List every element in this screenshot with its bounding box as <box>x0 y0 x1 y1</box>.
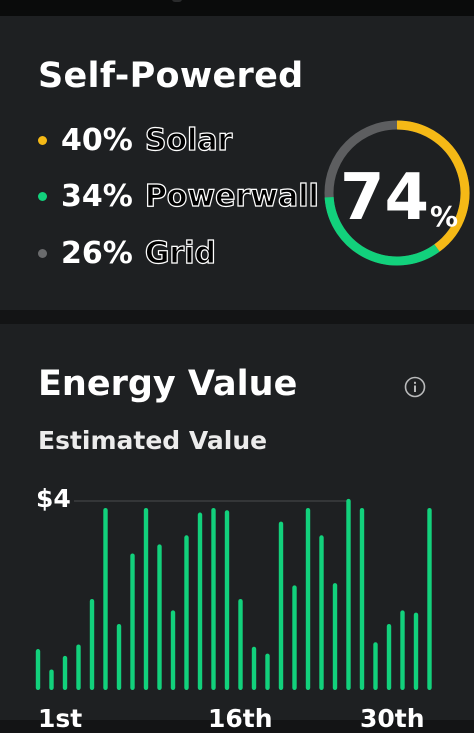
powerwall-label: Powerwall <box>144 178 319 214</box>
bar-day-21 <box>305 508 311 690</box>
legend-solar: 40% Solar <box>38 120 338 160</box>
energy-value-title: Energy Value <box>38 364 298 404</box>
bar-day-1 <box>35 649 41 690</box>
bar-day-9 <box>143 508 149 690</box>
bar-day-2 <box>49 669 54 691</box>
powerwall-percent: 34% <box>61 178 133 214</box>
bar-day-27 <box>386 624 392 690</box>
bars-group <box>35 498 432 691</box>
solar-dot-icon <box>38 135 47 145</box>
self-powered-percent-sign: % <box>430 200 459 233</box>
bar-day-11 <box>170 610 176 691</box>
bar-day-17 <box>251 646 257 691</box>
bar-day-14 <box>211 508 216 690</box>
bar-day-15 <box>224 510 230 690</box>
bar-day-22 <box>319 535 324 690</box>
bar-day-28 <box>400 610 405 691</box>
bar-day-12 <box>184 535 189 690</box>
bar-day-24 <box>346 498 351 690</box>
energy-value-card[interactable]: Energy Value Estimated Value $4 1st 16th… <box>0 324 474 733</box>
grid-dot-icon <box>38 248 47 258</box>
bar-day-20 <box>292 585 297 690</box>
bar-day-25 <box>359 508 365 690</box>
solar-percent: 40% <box>61 122 133 158</box>
bar-day-18 <box>265 653 270 690</box>
solar-label: Solar <box>144 122 233 158</box>
bar-day-30 <box>427 508 432 690</box>
powerwall-dot-icon <box>38 191 47 201</box>
self-powered-total: 74 <box>340 161 430 235</box>
bar-day-7 <box>116 624 122 690</box>
legend-powerwall: 34% Powerwall <box>38 176 338 216</box>
bar-day-19 <box>278 521 284 690</box>
x-tick-last: 30th <box>360 704 425 733</box>
status-notch <box>172 0 182 2</box>
bar-day-4 <box>76 644 81 690</box>
bar-day-16 <box>238 599 243 690</box>
grid-label: Grid <box>144 235 216 271</box>
bar-day-3 <box>62 655 68 691</box>
grid-percent: 26% <box>61 235 133 271</box>
info-icon[interactable] <box>404 376 426 398</box>
status-strip <box>0 0 474 16</box>
estimated-value-subtitle: Estimated Value <box>38 426 268 455</box>
bar-day-10 <box>157 544 162 690</box>
bar-day-5 <box>89 599 95 690</box>
self-powered-card[interactable]: Self-Powered 40% Solar 34% Powerwall 26%… <box>0 16 474 310</box>
bar-day-29 <box>413 612 419 690</box>
y-axis-max-label: $4 <box>36 484 71 513</box>
legend-grid: 26% Grid <box>38 233 338 273</box>
bar-day-8 <box>130 553 135 690</box>
bar-day-6 <box>103 508 108 690</box>
bar-day-23 <box>332 583 338 690</box>
self-powered-title: Self-Powered <box>38 56 304 96</box>
x-tick-first: 1st <box>38 704 83 733</box>
bar-day-26 <box>373 642 378 690</box>
x-tick-middle: 16th <box>208 704 273 733</box>
bar-day-13 <box>197 512 203 690</box>
energy-value-bar-chart <box>35 498 432 691</box>
